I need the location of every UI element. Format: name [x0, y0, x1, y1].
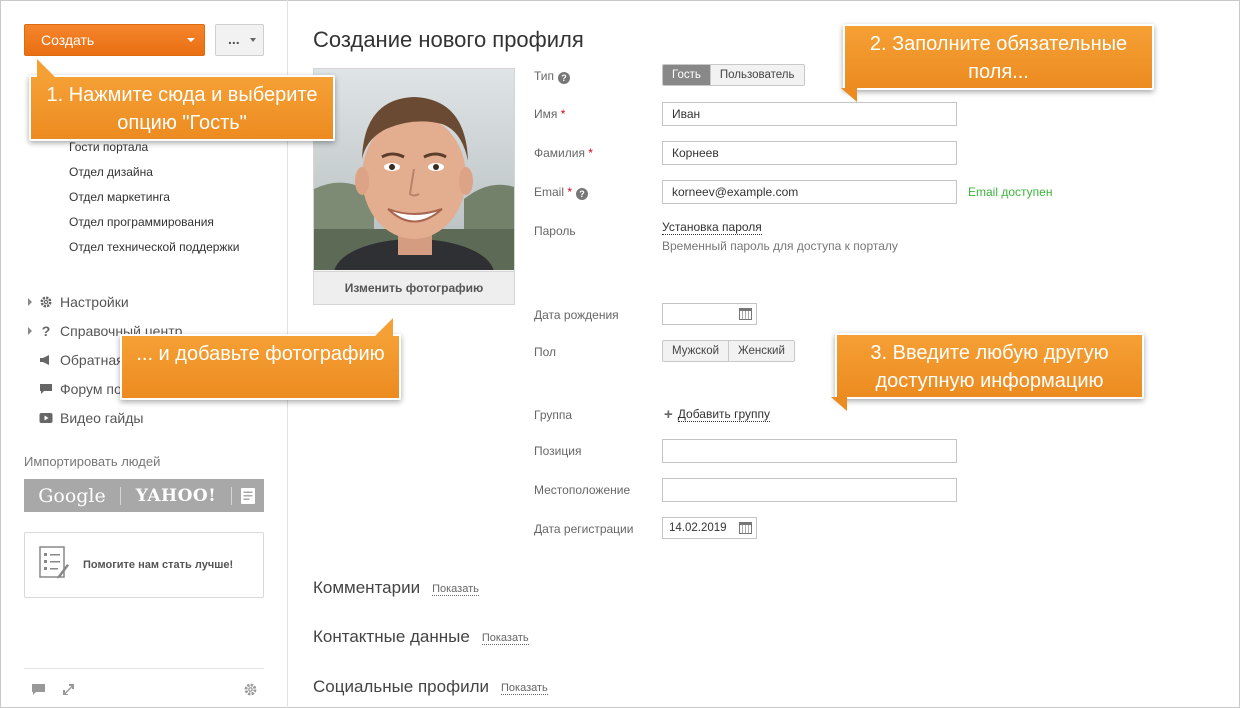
department-item[interactable]: Отдел технической поддержки [69, 237, 239, 262]
plus-icon: + [664, 405, 673, 423]
add-group-button[interactable]: + Добавить группу [664, 405, 771, 423]
department-item[interactable]: Отдел дизайна [69, 162, 239, 187]
position-label: Позиция [534, 444, 582, 458]
show-contacts-link[interactable]: Показать [481, 632, 529, 645]
type-option-user[interactable]: Пользователь [709, 65, 804, 85]
expand-arrow-icon[interactable] [28, 326, 32, 335]
type-label: Тип? [534, 69, 571, 84]
profile-photo[interactable] [314, 69, 514, 270]
last-name-field[interactable]: Корнеев [662, 141, 957, 165]
section-contacts: Контактные данные Показать [313, 627, 529, 646]
callout-step-1: 1. Нажмите сюда и выберите опцию "Гость" [29, 59, 335, 141]
sidebar-item-video-guides[interactable]: Видео гайды [28, 403, 182, 432]
feedback-label: Помогите нам стать лучше! [83, 559, 234, 571]
type-toggle: Гость Пользователь [662, 64, 805, 86]
email-status: Email доступен [968, 185, 1053, 199]
sidebar-item-label: Видео гайды [60, 409, 144, 426]
department-item[interactable]: Отдел программирования [69, 212, 239, 237]
chevron-down-icon [187, 38, 195, 42]
checklist-icon [39, 545, 69, 585]
password-label: Пароль [534, 224, 576, 238]
set-password-link[interactable]: Установка пароля [662, 220, 762, 235]
email-label: Email *? [534, 185, 589, 200]
show-comments-link[interactable]: Показать [432, 583, 479, 596]
create-button-label: Создать [41, 32, 95, 48]
chat-icon [38, 381, 54, 397]
import-yahoo-button[interactable]: YAHOO! [121, 486, 231, 506]
gender-label: Пол [534, 345, 557, 359]
help-icon[interactable]: ? [576, 188, 589, 200]
gender-option-female[interactable]: Женский [728, 341, 794, 361]
regdate-label: Дата регистрации [534, 522, 634, 536]
change-photo-button[interactable]: Изменить фотографию [314, 271, 514, 304]
page-title: Создание нового профиля [313, 27, 584, 52]
location-label: Местоположение [534, 483, 631, 497]
gear-icon [38, 294, 54, 310]
create-button[interactable]: Создать [24, 24, 205, 56]
sidebar-footer [24, 668, 264, 708]
regdate-field[interactable]: 14.02.2019 [662, 517, 757, 539]
show-social-link[interactable]: Показать [501, 682, 548, 695]
question-icon: ? [41, 322, 51, 339]
import-title: Импортировать людей [24, 454, 161, 469]
email-field[interactable]: korneev@example.com [662, 180, 957, 204]
megaphone-icon [38, 352, 54, 368]
more-actions-label: ... [228, 31, 240, 47]
section-social: Социальные профили Показать [313, 677, 548, 696]
calendar-icon[interactable] [739, 522, 752, 534]
chat-icon[interactable] [30, 681, 46, 697]
import-file-icon[interactable] [232, 487, 264, 505]
help-icon[interactable]: ? [558, 72, 571, 84]
section-comments: Комментарии Показать [313, 578, 479, 597]
position-field[interactable] [662, 439, 957, 463]
calendar-icon[interactable] [739, 308, 752, 320]
location-field[interactable] [662, 478, 957, 502]
sidebar-item-settings[interactable]: Настройки [28, 287, 182, 316]
birthdate-label: Дата рождения [534, 308, 619, 322]
callout-photo: ... и добавьте фотографию [120, 318, 401, 400]
import-bar: Google YAHOO! [24, 479, 264, 512]
expand-arrow-icon[interactable] [28, 297, 32, 306]
import-google-button[interactable]: Google [24, 485, 120, 507]
first-name-field[interactable]: Иван [662, 102, 957, 126]
feedback-box[interactable]: Помогите нам стать лучше! [24, 532, 264, 598]
play-icon [38, 410, 54, 426]
callout-step-2: 2. Заполните обязательные поля... [841, 24, 1154, 102]
group-label: Группа [534, 408, 573, 422]
gender-option-male[interactable]: Мужской [663, 341, 729, 361]
birthdate-field[interactable] [662, 303, 757, 325]
first-name-label: Имя * [534, 107, 566, 121]
password-hint: Временный пароль для доступа к порталу [662, 239, 898, 253]
profile-photo-box: Изменить фотографию [313, 68, 515, 305]
more-actions-button[interactable]: ... [215, 24, 264, 56]
gender-toggle: Мужской Женский [662, 340, 795, 362]
gear-icon[interactable] [242, 681, 258, 697]
callout-step-3: 3. Введите любую другую доступную информ… [831, 333, 1144, 411]
chevron-down-icon [250, 38, 256, 42]
department-item[interactable]: Отдел маркетинга [69, 187, 239, 212]
department-list: Гости портала Отдел дизайна Отдел маркет… [69, 137, 239, 262]
type-option-guest[interactable]: Гость [663, 65, 710, 85]
expand-icon[interactable] [60, 681, 76, 697]
last-name-label: Фамилия * [534, 146, 593, 160]
sidebar-item-label: Настройки [60, 293, 129, 310]
